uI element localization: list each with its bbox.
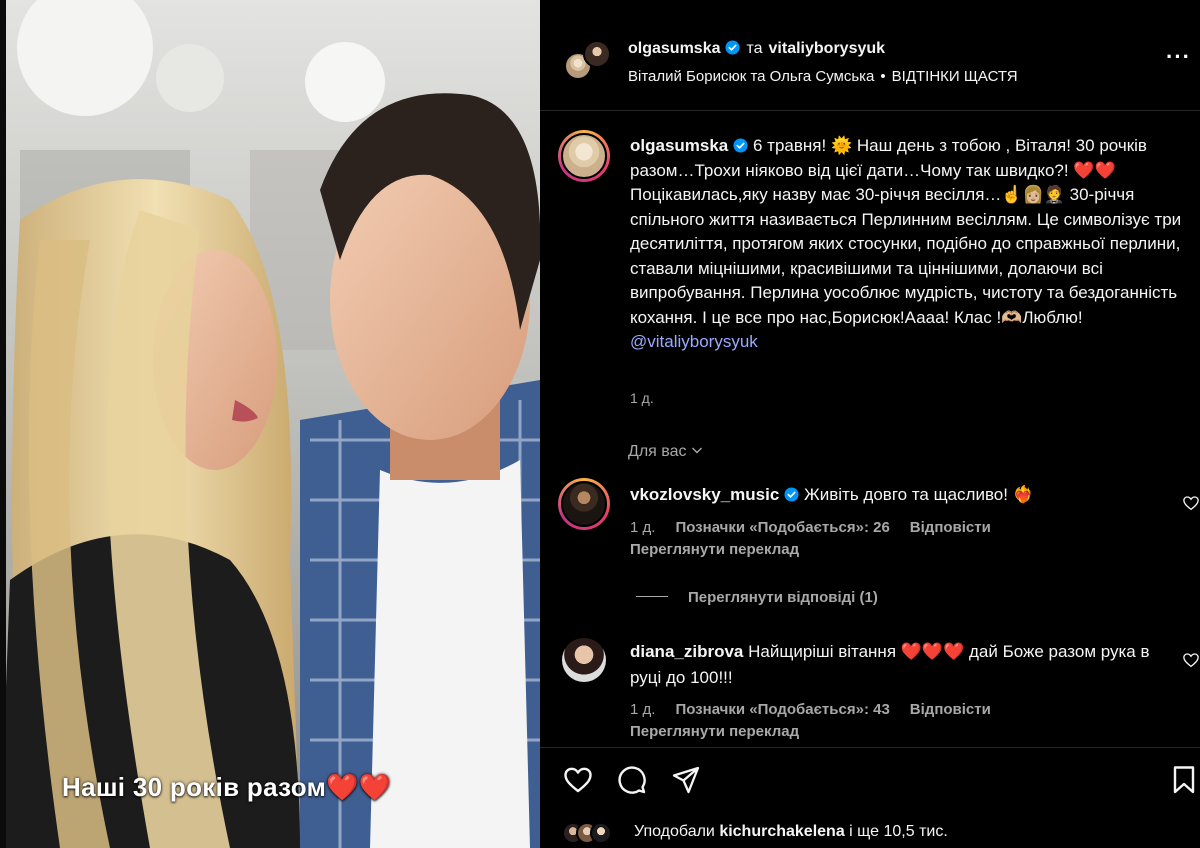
- bookmark-save-icon[interactable]: [1168, 764, 1200, 796]
- more-options-icon[interactable]: ···: [1166, 46, 1190, 72]
- author-username[interactable]: olgasumska: [628, 40, 720, 57]
- view-replies-label: Переглянути відповіді (1): [688, 589, 878, 606]
- caption-avatar[interactable]: [558, 130, 610, 182]
- header-divider: [540, 110, 1200, 111]
- video-frame: [0, 0, 540, 848]
- comment-time[interactable]: 1 д.: [630, 701, 655, 718]
- comment-text: vkozlovsky_music Живіть довго та щасливо…: [630, 482, 1150, 508]
- like-comment-heart-icon[interactable]: [1182, 494, 1200, 512]
- comment-reply-button[interactable]: Відповісти: [910, 519, 991, 536]
- post-side-panel: olgasumska та vitaliyborysyuk Віталий Бори…: [540, 0, 1200, 848]
- view-replies-button[interactable]: Переглянути відповіді (1): [636, 589, 878, 606]
- post-header: olgasumska та vitaliyborysyuk Віталий Бори…: [540, 0, 1200, 110]
- verified-badge-icon: [725, 40, 741, 55]
- comment-reply-button[interactable]: Відповісти: [910, 701, 991, 718]
- caption-mention-link[interactable]: @vitaliyborysyuk: [630, 332, 758, 351]
- coauthor-username[interactable]: vitaliyborysyuk: [769, 40, 886, 57]
- comment-bubble-icon[interactable]: [616, 764, 648, 796]
- replies-dash: [636, 596, 668, 597]
- like-comment-heart-icon[interactable]: [1182, 651, 1200, 669]
- video-caption: Наші 30 років разом❤️❤️: [62, 772, 392, 802]
- caption-username[interactable]: olgasumska: [630, 136, 728, 155]
- comment-avatar[interactable]: [562, 638, 606, 682]
- likes-suffix: і ще 10,5 тис.: [849, 823, 948, 840]
- comment-body: Живіть довго та щасливо! ❤️‍🔥: [804, 485, 1034, 504]
- audio-line: Віталий Борисюк та Ольга Сумська • ВІДТІНК…: [628, 68, 1018, 85]
- post-media[interactable]: Наші 30 років разом❤️❤️: [0, 0, 540, 848]
- comment-likes-count[interactable]: Позначки «Подобається»: 43: [675, 701, 889, 718]
- share-send-icon[interactable]: [670, 764, 702, 796]
- comment-likes-count[interactable]: Позначки «Подобається»: 26: [675, 519, 889, 536]
- likes-prefix: Уподобали: [634, 823, 715, 840]
- like-heart-icon[interactable]: [562, 764, 594, 796]
- comment-avatar-image: [561, 481, 607, 527]
- audio-artist-link[interactable]: Віталий Борисюк та Ольга Сумська: [628, 68, 874, 85]
- comment-username[interactable]: vkozlovsky_music: [630, 485, 779, 504]
- comment-translate-button[interactable]: Переглянути переклад: [630, 541, 799, 558]
- post-caption: olgasumska 6 травня! 🌞 Наш день з тобою …: [630, 134, 1185, 355]
- and-word: та: [746, 40, 763, 57]
- comment-text: diana_zibrova Найщиріші вітання ❤️❤️❤️ д…: [630, 639, 1150, 691]
- coauthor-avatar[interactable]: [583, 40, 611, 68]
- caption-text: 6 травня! 🌞 Наш день з тобою , Віталя! 3…: [630, 136, 1182, 327]
- comment-avatar[interactable]: [558, 478, 610, 530]
- audio-song-link[interactable]: ВІДТІНКИ ЩАСТЯ: [892, 68, 1018, 85]
- post-authors: olgasumska та vitaliyborysyuk: [628, 40, 885, 58]
- liker-avatar[interactable]: [590, 822, 612, 844]
- comment-username[interactable]: diana_zibrova: [630, 642, 743, 661]
- comments-sort-dropdown[interactable]: Для вас: [628, 443, 703, 461]
- comment-meta: 1 д. Позначки «Подобається»: 43 Відповісти: [630, 701, 1011, 718]
- media-edge: [0, 0, 6, 848]
- comment-time[interactable]: 1 д.: [630, 519, 655, 536]
- comment-translate-button[interactable]: Переглянути переклад: [630, 723, 799, 740]
- caption-avatar-image: [561, 133, 607, 179]
- actions-divider: [540, 747, 1200, 748]
- likes-user-link[interactable]: kichurchakelena: [719, 823, 844, 840]
- chevron-down-icon: [691, 447, 702, 454]
- comments-sort-label: Для вас: [628, 443, 687, 460]
- verified-badge-icon: [784, 487, 799, 502]
- audio-separator: •: [880, 68, 886, 85]
- caption-time[interactable]: 1 д.: [630, 390, 654, 406]
- comment-meta: 1 д. Позначки «Подобається»: 26 Відповісти: [630, 519, 1011, 536]
- likes-text[interactable]: Уподобали kichurchakelena і ще 10,5 тис.: [634, 823, 948, 841]
- verified-badge-icon: [733, 138, 748, 153]
